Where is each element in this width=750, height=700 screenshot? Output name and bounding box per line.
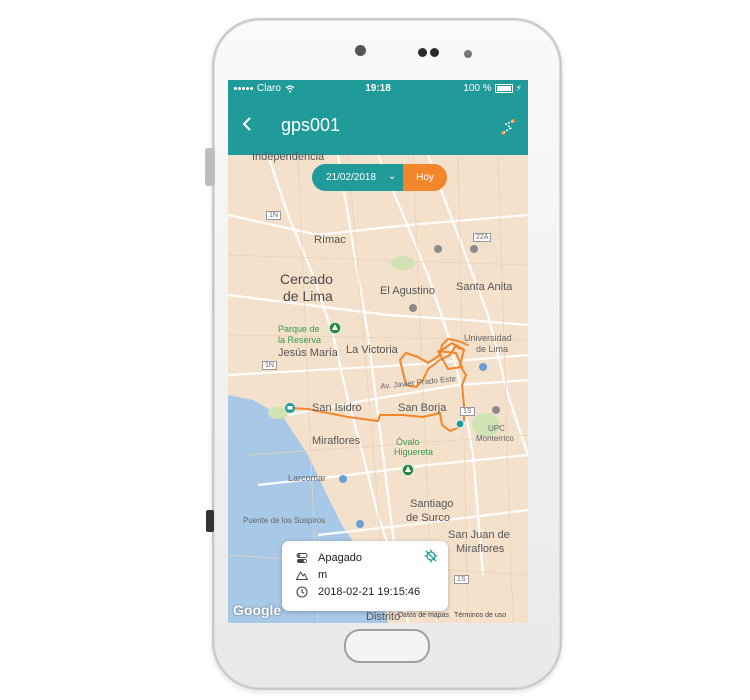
chevron-down-icon: ⌄ [388,171,397,182]
map-label-sjm-2: Miraflores [456,543,505,555]
phone-screen: Claro 19:18 100 % ⚡ gps001 Independencia… [228,80,528,623]
ovalo-marker[interactable] [401,463,415,477]
map-label-la-victoria: La Victoria [346,344,398,356]
map-label-cercado-2: de Lima [283,288,333,304]
altitude-value: m [318,569,328,581]
front-camera [355,45,366,56]
chevron-left-icon [242,117,251,131]
home-button[interactable] [344,629,430,663]
park-marker[interactable] [328,321,342,335]
volume-button [205,148,215,186]
map-label-sjm-1: San Juan de [448,529,510,541]
map-label-cercado-1: Cercado [280,271,333,287]
map-label-san-isidro: San Isidro [312,402,362,414]
engine-status: Apagado [318,552,363,564]
date-value: 21/02/2018 [326,172,377,183]
route-button[interactable] [499,118,517,141]
map-label-universidad-2: de Lima [476,344,509,354]
highway-shield-1s-b: 1S [454,575,469,584]
map-data-credit[interactable]: Datos de mapas [398,612,449,619]
locate-button[interactable] [424,549,438,566]
power-button [206,510,214,532]
clock-icon [296,586,308,598]
today-button[interactable]: Hoy [403,164,447,191]
map-label-larcomar: Larcomar [288,473,327,483]
map-label-upc-1: UPC [488,424,505,433]
map-label-miraflores: Miraflores [312,435,361,447]
highway-shield-1n-b: 1N [262,361,277,370]
map-label-santa-anita: Santa Anita [456,281,513,293]
map-label-upc-2: Monterrico [476,434,514,443]
vehicle-marker-start[interactable] [285,403,295,413]
back-button[interactable] [241,115,253,136]
highway-shield-1s-a: 1S [460,407,475,416]
toggle-icon [296,552,308,563]
battery-percent: 100 % [463,83,492,94]
map-label-surco-1: Santiago [410,498,454,510]
date-selector[interactable]: 21/02/2018 ⌄ [312,164,403,191]
map-label-el-agustino: El Agustino [380,285,436,297]
map-label-jesus-maria: Jesús María [278,347,338,359]
map-label-universidad-1: Universidad [464,333,512,343]
app-bar: gps001 [228,98,528,155]
mountain-icon [296,571,308,580]
map-label-ovalo-1: Óvalo [396,437,420,447]
gps-off-icon [424,549,438,563]
map-label-parque-2: la Reserva [278,335,322,345]
status-bar: Claro 19:18 100 % ⚡ [228,80,528,98]
sensor-dot [464,50,472,58]
device-info-card: Apagado m 2018-02-21 19:15:46 [282,541,448,611]
battery-icon [494,84,513,93]
map-label-ovalo-2: Higuereta [394,447,434,457]
proximity-sensor [418,48,427,57]
highway-shield-22a: 22A [473,233,492,242]
light-sensor [430,48,439,57]
map-label-puente-suspiros: Puente de los Suspiros [243,516,326,525]
charging-icon: ⚡ [515,83,522,93]
highway-shield-1n-a: 1N [266,211,281,220]
vehicle-marker-end[interactable] [455,419,465,429]
last-report-time: 2018-02-21 19:15:46 [318,586,421,598]
map-label-distrito: Distrito [366,611,401,623]
google-logo: Google [233,602,282,618]
terms-link[interactable]: Términos de uso [454,612,506,619]
map-label-independencia: Independencia [252,151,325,163]
map-label-parque-1: Parque de [278,324,320,334]
route-icon [501,119,515,135]
map-label-surco-2: de Surco [406,512,451,524]
map-label-rimac: Rímac [314,234,346,246]
page-title: gps001 [281,115,341,135]
map-label-san-borja: San Borja [398,402,447,414]
